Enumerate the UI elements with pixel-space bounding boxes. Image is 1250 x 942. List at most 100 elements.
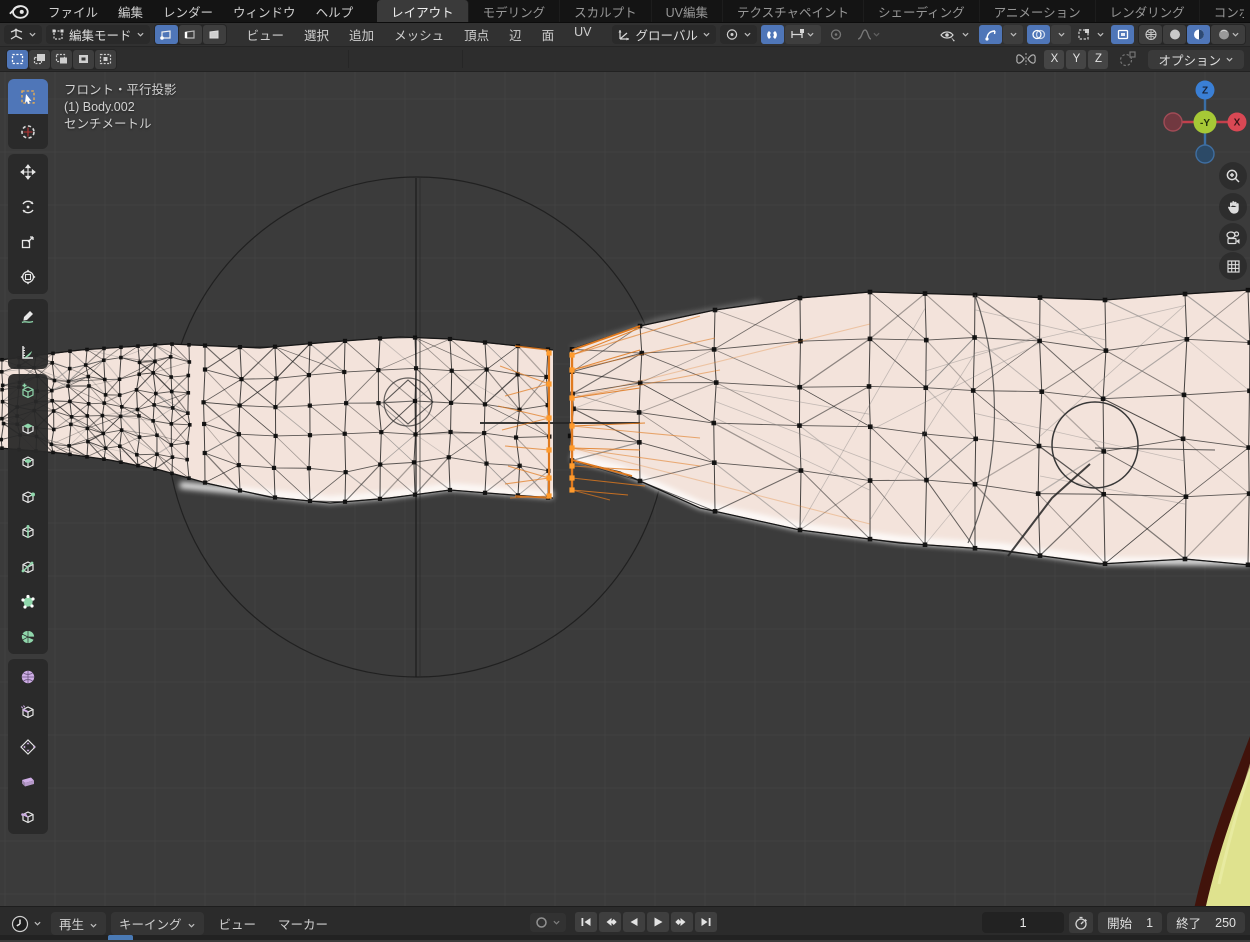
tool-select-box[interactable] <box>8 79 48 114</box>
workspace-tab-5[interactable]: シェーディング <box>864 0 980 22</box>
header-menu-5[interactable]: 辺 <box>499 23 532 46</box>
tool-measure[interactable] <box>8 334 48 369</box>
mirror-axis-x[interactable]: X <box>1044 50 1064 69</box>
face-select-button[interactable] <box>203 25 226 44</box>
jump-end-button[interactable] <box>695 912 717 932</box>
mirror-axis-z[interactable]: Z <box>1088 50 1108 69</box>
snap-settings-dropdown[interactable] <box>785 25 821 44</box>
shading-wireframe-button[interactable] <box>1139 25 1162 44</box>
mirror-icon[interactable] <box>1015 51 1037 67</box>
shading-material-button[interactable] <box>1187 25 1210 44</box>
timeline-menu-1[interactable]: キーイング <box>111 912 204 935</box>
tool-transform[interactable] <box>8 259 48 294</box>
workspace-tab-3[interactable]: UV編集 <box>652 0 723 22</box>
header-menu-6[interactable]: 面 <box>532 23 565 46</box>
timeline-playhead[interactable] <box>108 935 133 940</box>
frame-end-field[interactable]: 終了 250 <box>1167 912 1245 933</box>
use-preview-range-button[interactable] <box>1069 912 1093 933</box>
header-menu-3[interactable]: メッシュ <box>384 23 454 46</box>
tool-loop-cut[interactable] <box>8 514 48 549</box>
header-menu-2[interactable]: 追加 <box>339 23 384 46</box>
jump-start-button[interactable] <box>575 912 597 932</box>
select-set-button[interactable] <box>7 50 28 69</box>
camera-view-button[interactable] <box>1219 223 1247 251</box>
frame-start-field[interactable]: 開始 1 <box>1098 912 1162 933</box>
tool-rip-region[interactable] <box>8 799 48 834</box>
timeline-menu-2[interactable]: ビュー <box>209 912 267 935</box>
tool-edge-slide[interactable] <box>8 694 48 729</box>
gizmo-minus-z-axis[interactable] <box>1196 145 1214 163</box>
ortho-toggle-button[interactable] <box>1219 252 1247 280</box>
edge-select-button[interactable] <box>179 25 202 44</box>
viewport-3d[interactable]: フロント・平行投影 (1) Body.002 センチメートル Z X -Y <box>0 72 1250 906</box>
topbar-menu-3[interactable]: ウィンドウ <box>223 0 306 23</box>
play-reverse-button[interactable] <box>623 912 645 932</box>
toggle-xray-button[interactable] <box>1111 25 1134 44</box>
topbar-menu-1[interactable]: 編集 <box>108 0 153 23</box>
select-intersect-button[interactable] <box>95 50 116 69</box>
tool-inset-faces[interactable] <box>8 444 48 479</box>
workspace-tab-8[interactable]: コンポジティング <box>1200 0 1244 22</box>
topbar-menu-4[interactable]: ヘルプ <box>306 0 364 23</box>
overlays-dropdown[interactable] <box>1051 25 1071 44</box>
snap-toggle-button[interactable] <box>761 25 784 44</box>
tool-smooth[interactable] <box>8 659 48 694</box>
tool-move[interactable] <box>8 154 48 189</box>
tool-shrink-fatten[interactable] <box>8 729 48 764</box>
zoom-button[interactable] <box>1219 162 1247 190</box>
play-button[interactable] <box>647 912 669 932</box>
timeline-menu-0[interactable]: 再生 <box>51 912 106 935</box>
select-extend-button[interactable] <box>29 50 50 69</box>
tool-annotate[interactable] <box>8 299 48 334</box>
tool-knife[interactable] <box>8 549 48 584</box>
pan-button[interactable] <box>1219 193 1247 221</box>
workspace-tab-4[interactable]: テクスチャペイント <box>723 0 864 22</box>
next-keyframe-button[interactable] <box>671 912 693 932</box>
workspace-tab-2[interactable]: スカルプト <box>560 0 652 22</box>
tool-add-cube[interactable] <box>8 374 48 409</box>
show-overlays-button[interactable] <box>1027 25 1050 44</box>
header-menu-0[interactable]: ビュー <box>237 23 295 46</box>
select-invert-button[interactable] <box>73 50 94 69</box>
timeline-menu-3[interactable]: マーカー <box>268 912 338 935</box>
workspace-tab-1[interactable]: モデリング <box>469 0 561 22</box>
mirror-axis-y[interactable]: Y <box>1066 50 1086 69</box>
header-menu-4[interactable]: 頂点 <box>454 23 499 46</box>
topbar-menu-0[interactable]: ファイル <box>38 0 108 23</box>
navigation-gizmo[interactable]: Z X -Y <box>1163 80 1247 164</box>
topbar-menu-2[interactable]: レンダー <box>153 0 223 23</box>
header-menu-1[interactable]: 選択 <box>294 23 339 46</box>
proportional-falloff-dropdown[interactable] <box>852 25 886 44</box>
workspace-tab-0[interactable]: レイアウト <box>377 0 469 22</box>
shading-rendered-button[interactable] <box>1211 25 1245 44</box>
tool-poly-build[interactable] <box>8 584 48 619</box>
gizmo-settings-dropdown[interactable] <box>1003 25 1023 44</box>
vertex-select-button[interactable] <box>155 25 178 44</box>
object-visibility-dropdown[interactable] <box>934 25 975 44</box>
orientation-dropdown[interactable]: グローバル <box>612 25 716 44</box>
header-menu-7[interactable]: UV <box>564 23 601 46</box>
snap-dashed-icon[interactable] <box>1117 51 1139 67</box>
pivot-point-dropdown[interactable] <box>720 25 757 44</box>
workspace-tab-6[interactable]: アニメーション <box>980 0 1096 22</box>
gizmo-minus-x-axis[interactable] <box>1164 113 1182 131</box>
tool-extrude-region[interactable] <box>8 409 48 444</box>
auto-key-button[interactable] <box>530 913 566 932</box>
proportional-editing-button[interactable] <box>825 25 848 44</box>
options-dropdown[interactable]: オプション <box>1148 50 1244 69</box>
tool-rotate[interactable] <box>8 189 48 224</box>
prev-keyframe-button[interactable] <box>599 912 621 932</box>
tool-shear[interactable] <box>8 764 48 799</box>
current-frame-field[interactable]: 1 <box>982 912 1064 933</box>
mode-dropdown[interactable]: 編集モード <box>46 25 150 44</box>
timeline-editor-dropdown[interactable] <box>6 914 47 933</box>
shading-solid-button[interactable] <box>1163 25 1186 44</box>
xray-settings-dropdown[interactable] <box>1075 25 1107 44</box>
select-subtract-button[interactable] <box>51 50 72 69</box>
timeline-strip[interactable] <box>0 935 1250 940</box>
editor-type-dropdown[interactable] <box>4 25 42 44</box>
tool-spin[interactable] <box>8 619 48 654</box>
workspace-tab-7[interactable]: レンダリング <box>1096 0 1200 22</box>
tool-bevel[interactable] <box>8 479 48 514</box>
tool-scale[interactable] <box>8 224 48 259</box>
